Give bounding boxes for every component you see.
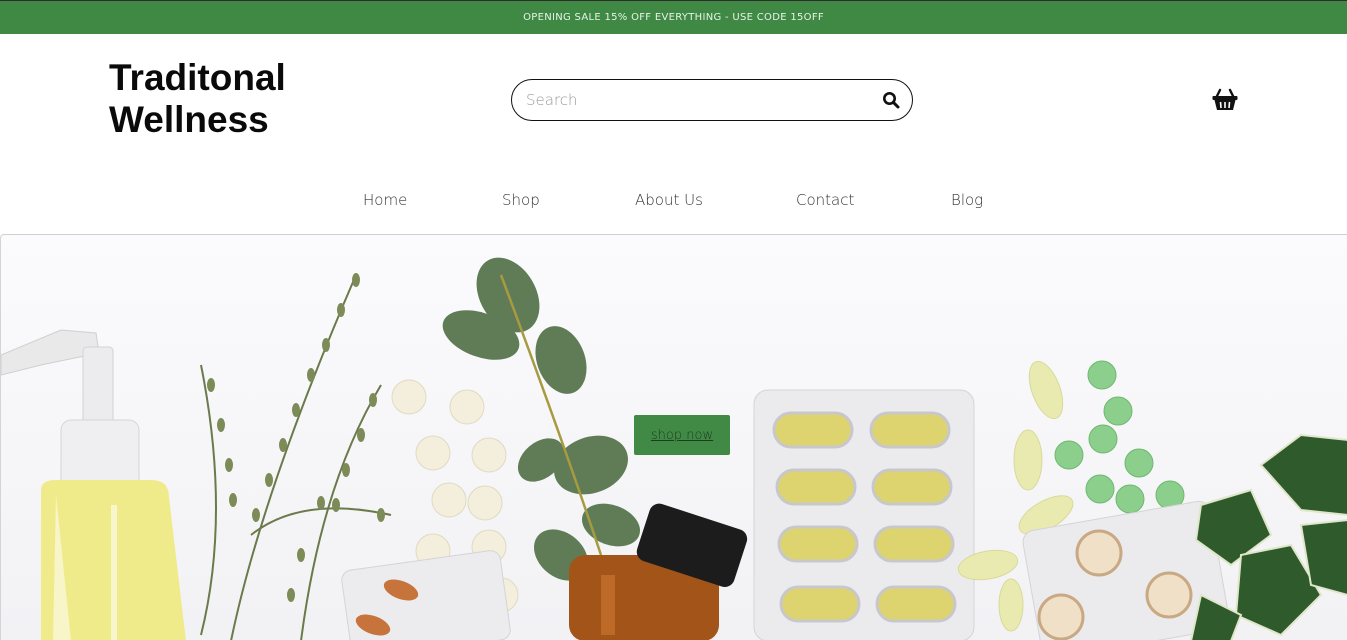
- nav-item-contact[interactable]: Contact: [796, 191, 854, 209]
- promo-banner: OPENING SALE 15% OFF EVERYTHING - USE CO…: [0, 0, 1347, 34]
- search-input[interactable]: [524, 90, 880, 110]
- site-logo[interactable]: Traditonal Wellness: [109, 57, 349, 141]
- basket-icon[interactable]: [1211, 87, 1239, 113]
- blister-pack-illustration: [753, 389, 975, 640]
- main-nav: Home Shop About Us Contact Blog: [0, 185, 1347, 217]
- green-tablets-illustration: [1054, 360, 1185, 514]
- promo-banner-text: OPENING SALE 15% OFF EVERYTHING - USE CO…: [523, 12, 824, 23]
- logo-line-1: Traditonal: [109, 57, 286, 98]
- shop-now-button[interactable]: shop now: [634, 415, 730, 455]
- pump-bottle-illustration: [1, 329, 186, 640]
- nav-item-shop[interactable]: Shop: [502, 191, 540, 209]
- orange-capsules-illustration: [341, 550, 511, 640]
- search-icon[interactable]: [880, 89, 902, 111]
- logo-line-2: Wellness: [109, 99, 269, 140]
- nav-item-about-us[interactable]: About Us: [635, 191, 703, 209]
- nav-item-home[interactable]: Home: [363, 191, 407, 209]
- nav-item-blog[interactable]: Blog: [951, 191, 983, 209]
- search-bar: [511, 79, 913, 121]
- ivy-illustration: [1190, 433, 1347, 640]
